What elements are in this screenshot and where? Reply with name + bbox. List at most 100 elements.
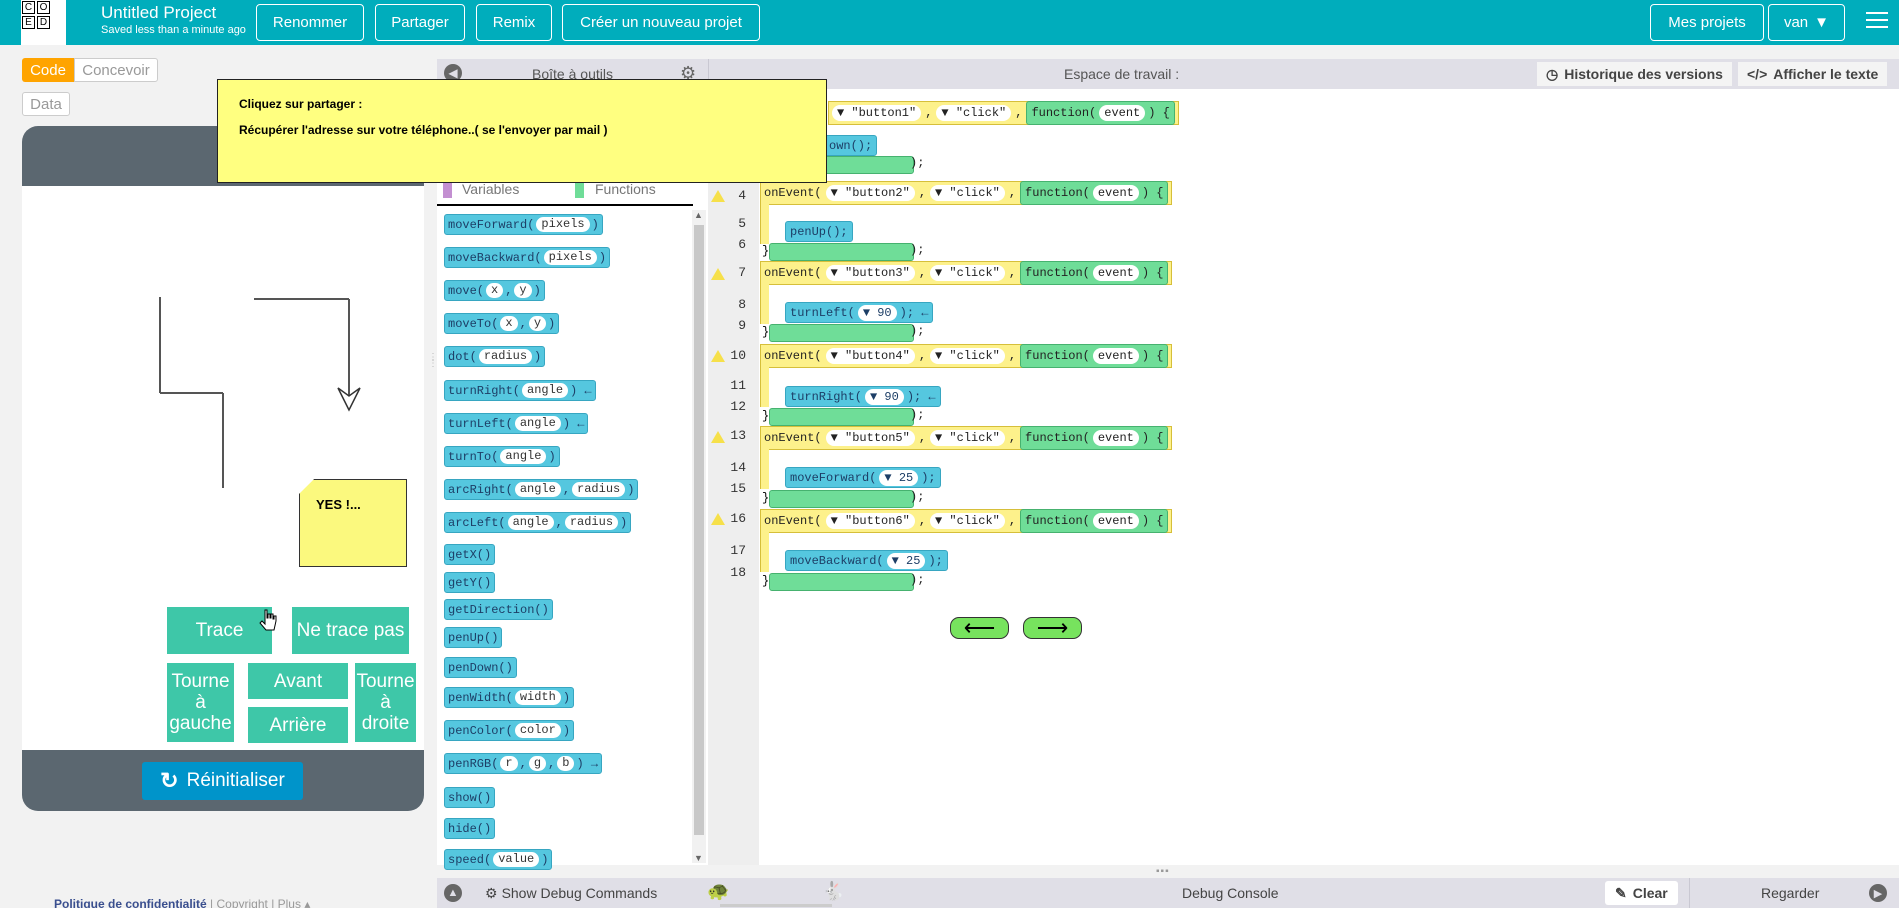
turn-left-button[interactable]: Tourne à gauche bbox=[167, 663, 234, 742]
event-type-dropdown[interactable]: ▼ "click" bbox=[930, 265, 1005, 281]
toolbox-block[interactable]: arcRight(angle, radius) bbox=[444, 479, 639, 500]
event-type-dropdown[interactable]: ▼ "click" bbox=[930, 513, 1005, 529]
rename-button[interactable]: Renommer bbox=[256, 4, 364, 41]
warning-icon[interactable] bbox=[711, 513, 725, 525]
onevent-block[interactable]: onEvent(▼ "button6", ▼ "click", function(e… bbox=[760, 509, 1173, 533]
collapse-watch-icon[interactable]: ▶ bbox=[1869, 884, 1887, 902]
block-param[interactable]: radius bbox=[478, 349, 533, 364]
event-type-dropdown[interactable]: ▼ "click" bbox=[930, 430, 1005, 446]
remix-button[interactable]: Remix bbox=[476, 4, 552, 41]
tab-design[interactable]: Concevoir bbox=[74, 58, 158, 82]
block-param[interactable]: angle bbox=[514, 416, 561, 431]
block-param[interactable]: r bbox=[500, 756, 518, 771]
event-type-dropdown[interactable]: ▼ "click" bbox=[930, 185, 1005, 201]
event-param[interactable]: event bbox=[1092, 348, 1139, 364]
block-param[interactable]: y bbox=[514, 283, 532, 298]
function-block[interactable]: function(event) { bbox=[1020, 509, 1169, 533]
trace-button[interactable]: Trace bbox=[167, 607, 272, 654]
toolbox-block[interactable]: penUp() bbox=[444, 627, 503, 648]
onevent-block[interactable]: ▼ "button1", ▼ "click", function(event) { bbox=[828, 101, 1179, 125]
onevent-block[interactable]: onEvent(▼ "button5", ▼ "click", function(e… bbox=[760, 426, 1173, 450]
block-param[interactable]: value bbox=[493, 852, 540, 867]
warning-icon[interactable] bbox=[711, 431, 725, 443]
onevent-block[interactable]: onEvent(▼ "button4", ▼ "click", function(e… bbox=[760, 344, 1173, 368]
show-debug-commands[interactable]: ⚙ Show Debug Commands bbox=[485, 885, 657, 902]
toolbox-block[interactable]: show() bbox=[444, 787, 496, 808]
toolbox-block[interactable]: getDirection() bbox=[444, 599, 553, 620]
block-param[interactable]: radius bbox=[564, 515, 619, 530]
toolbox-block[interactable]: moveTo(x, y) bbox=[444, 313, 560, 334]
event-target-dropdown[interactable]: ▼ "button5" bbox=[825, 430, 915, 446]
console-resize-handle[interactable]: ▪▪▪ bbox=[1156, 866, 1170, 877]
warning-icon[interactable] bbox=[711, 350, 725, 362]
toolbox-block[interactable]: moveBackward(pixels) bbox=[444, 247, 611, 268]
event-target-dropdown[interactable]: ▼ "button4" bbox=[825, 348, 915, 364]
block-param[interactable]: angle bbox=[522, 383, 569, 398]
my-projects-button[interactable]: Mes projets bbox=[1650, 4, 1764, 41]
toolbox-block[interactable]: turnRight(angle) ← bbox=[444, 380, 596, 401]
onevent-block[interactable]: onEvent(▼ "button3", ▼ "click", function(e… bbox=[760, 261, 1173, 285]
category-variables[interactable]: Variables bbox=[462, 181, 519, 197]
show-text-button[interactable]: </> Afficher le texte bbox=[1738, 62, 1888, 86]
block-param[interactable]: angle bbox=[507, 515, 554, 530]
right-arrow-button[interactable]: ⟶ bbox=[1023, 615, 1082, 640]
block-param[interactable]: angle bbox=[514, 482, 561, 497]
event-target-dropdown[interactable]: ▼ "button1" bbox=[832, 105, 922, 121]
toolbox-block[interactable]: dot(radius) bbox=[444, 346, 546, 367]
toolbox-block[interactable]: penDown() bbox=[444, 657, 517, 678]
forward-button[interactable]: Avant bbox=[248, 663, 348, 699]
speed-slider[interactable] bbox=[720, 904, 832, 907]
block-param[interactable]: angle bbox=[500, 449, 547, 464]
function-block[interactable]: function(event) { bbox=[1020, 344, 1169, 368]
block-param[interactable]: x bbox=[486, 283, 504, 298]
toolbox-block[interactable]: penWidth(width) bbox=[444, 687, 575, 708]
function-block[interactable]: function(event) { bbox=[1020, 181, 1169, 205]
toolbox-block[interactable]: hide() bbox=[444, 818, 496, 839]
toolbox-block[interactable]: turnTo(angle) bbox=[444, 446, 560, 467]
event-param[interactable]: event bbox=[1092, 185, 1139, 201]
turn-right-button[interactable]: Tourne à droite bbox=[355, 663, 416, 742]
event-param[interactable]: event bbox=[1092, 513, 1139, 529]
block-param[interactable]: width bbox=[514, 690, 561, 705]
event-param[interactable]: event bbox=[1092, 265, 1139, 281]
backward-button[interactable]: Arrière bbox=[248, 707, 348, 743]
statement-arg[interactable]: ▼ 25 bbox=[886, 552, 926, 569]
block-param[interactable]: x bbox=[500, 316, 518, 331]
event-type-dropdown[interactable]: ▼ "click" bbox=[936, 105, 1012, 121]
data-button[interactable]: Data bbox=[22, 92, 70, 116]
event-param[interactable]: event bbox=[1099, 105, 1146, 121]
scroll-down-icon[interactable]: ▼ bbox=[694, 853, 703, 863]
function-block[interactable]: function(event) { bbox=[1020, 426, 1169, 450]
event-type-dropdown[interactable]: ▼ "click" bbox=[930, 348, 1005, 364]
statement-block[interactable]: moveBackward(▼ 25); bbox=[785, 550, 948, 571]
toolbox-block[interactable]: speed(value) bbox=[444, 849, 553, 870]
toolbox-block[interactable]: penColor(color) bbox=[444, 720, 575, 741]
category-functions[interactable]: Functions bbox=[595, 181, 656, 197]
toolbox-block[interactable]: getX() bbox=[444, 544, 496, 565]
statement-block[interactable]: own(); bbox=[824, 135, 878, 156]
copyright-link[interactable]: Copyright bbox=[216, 897, 267, 908]
new-project-button[interactable]: Créer un nouveau projet bbox=[562, 4, 760, 41]
block-param[interactable]: g bbox=[528, 756, 547, 771]
block-param[interactable]: b bbox=[557, 756, 575, 771]
function-block[interactable]: function(event) { bbox=[1020, 261, 1169, 285]
toolbox-block[interactable]: getY() bbox=[444, 572, 496, 593]
code-org-logo[interactable]: C O E D bbox=[21, 0, 66, 45]
event-param[interactable]: event bbox=[1092, 430, 1139, 446]
warning-icon[interactable] bbox=[711, 268, 725, 280]
scroll-up-icon[interactable]: ▲ bbox=[694, 210, 703, 220]
statement-arg[interactable]: ▼ 90 bbox=[865, 388, 904, 405]
toolbox-block[interactable]: penRGB(r, g, b) → bbox=[444, 753, 603, 774]
statement-arg[interactable]: ▼ 25 bbox=[879, 469, 919, 486]
collapse-debug-icon[interactable]: ▲ bbox=[444, 884, 462, 902]
onevent-block[interactable]: onEvent(▼ "button2", ▼ "click", function(e… bbox=[760, 181, 1173, 205]
block-param[interactable]: radius bbox=[572, 482, 626, 497]
no-trace-button[interactable]: Ne trace pas bbox=[292, 607, 409, 654]
clear-button[interactable]: ✎ Clear bbox=[1605, 881, 1678, 905]
reset-button[interactable]: ↻ Réinitialiser bbox=[142, 762, 303, 800]
user-menu[interactable]: van ▼ bbox=[1768, 4, 1845, 41]
event-target-dropdown[interactable]: ▼ "button2" bbox=[825, 185, 915, 201]
more-link[interactable]: Plus ▴ bbox=[278, 897, 311, 908]
toolbox-block[interactable]: moveForward(pixels) bbox=[444, 214, 603, 235]
statement-block[interactable]: penUp(); bbox=[785, 221, 853, 242]
